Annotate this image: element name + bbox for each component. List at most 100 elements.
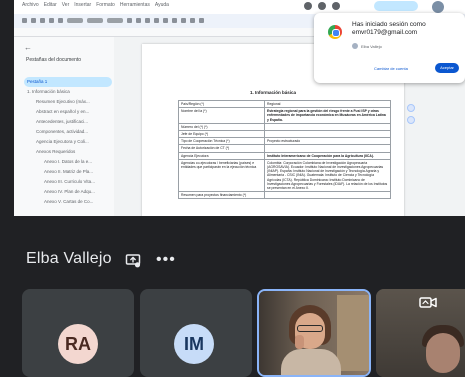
switch-account-link: Cambiar de cuenta xyxy=(374,66,408,71)
menu-item: Herramientas xyxy=(119,2,150,8)
print-icon xyxy=(49,18,54,23)
popup-title: Has iniciado sesión como emvr0179@gmail.… xyxy=(352,21,426,36)
table-row: Agencia Ejecutora Instituto Interamerica… xyxy=(178,151,391,160)
video-shelf xyxy=(337,295,369,371)
table-row: Número del (*) (*) xyxy=(178,122,391,132)
table-cell xyxy=(264,191,391,200)
user-avatar-icon xyxy=(352,43,358,49)
more-options-icon[interactable]: ••• xyxy=(156,252,176,268)
table-cell: Fecha de Autorización de CT (*) xyxy=(178,144,265,153)
menu-item: Ayuda xyxy=(154,2,169,8)
chrome-logo-icon xyxy=(328,25,342,39)
outline-item: Resumen Ejecutivo (máx... xyxy=(36,99,90,104)
table-cell: Jefe de Equipo (*) xyxy=(178,130,265,139)
shared-screen[interactable]: Archivo Editar Ver Insertar Formato Herr… xyxy=(14,0,465,216)
table-row: Jefe de Equipo (*) xyxy=(178,130,391,139)
menu-item: Insertar xyxy=(74,2,92,8)
table-cell: Agencias co-ejecutoras / beneficiarias (… xyxy=(178,158,265,193)
menu-item: Formato xyxy=(96,2,115,8)
presenter-bar: Elba Vallejo ••• xyxy=(0,216,465,286)
table-cell: Colombia: Corporación Colombiana de Inve… xyxy=(264,158,391,193)
highlight-icon xyxy=(181,18,186,23)
redo-icon xyxy=(40,18,45,23)
table-cell: Nombre del la (*) xyxy=(178,107,265,124)
table-cell: Instituto Interamericano de Cooperación … xyxy=(264,151,391,160)
present-to-all-icon xyxy=(125,254,141,268)
table-cell: Regional xyxy=(264,99,391,109)
zoom-select xyxy=(67,18,83,23)
font-size-decrease-icon xyxy=(127,18,132,23)
docs-header: Archivo Editar Ver Insertar Formato Herr… xyxy=(14,0,465,14)
table-row: Tipo de Cooperación Técnica (*) Proyecto… xyxy=(178,137,391,146)
search-icon xyxy=(22,18,27,23)
menu-item: Editar xyxy=(43,2,57,8)
docs-menu-bar: Archivo Editar Ver Insertar Formato Herr… xyxy=(22,2,169,8)
video-person-glasses xyxy=(297,325,323,332)
table-cell: País/Región (*) xyxy=(178,99,265,109)
outline-item: Agencia Ejecutora y Coli... xyxy=(36,139,89,144)
self-view-tile[interactable] xyxy=(376,289,465,377)
outline-item: Anexo IV. Plan de Adqu... xyxy=(44,189,95,194)
avatar: RA xyxy=(58,324,98,364)
account-avatar xyxy=(432,1,444,13)
link-icon xyxy=(190,18,195,23)
outline-item: Anexo II. Matriz de Pla... xyxy=(44,169,94,174)
outline-list: Pestaña 1 1. Información básica Resumen … xyxy=(24,77,112,207)
video-icon xyxy=(332,2,340,10)
outline-item: Pestaña 1 xyxy=(24,77,112,87)
outline-item: Abstract en español y en... xyxy=(36,109,90,114)
emoji-reaction-icon xyxy=(407,116,415,124)
menu-item: Archivo xyxy=(22,2,39,8)
self-view-face xyxy=(426,333,460,373)
docs-top-icons xyxy=(304,2,340,10)
spellcheck-icon xyxy=(58,18,63,23)
popup-user-name: Elba Vallejo xyxy=(361,43,382,49)
participant-tile-video[interactable] xyxy=(257,289,371,377)
back-arrow-icon: ← xyxy=(24,43,32,52)
participant-tile-ra[interactable]: RA xyxy=(22,289,134,377)
outline-item: 1. Información básica xyxy=(27,89,70,94)
font-select xyxy=(107,18,123,23)
outline-item: Antecedentes, justificaci... xyxy=(36,119,89,124)
italic-icon xyxy=(154,18,159,23)
font-size-increase-icon xyxy=(136,18,141,23)
info-table: País/Región (*) Regional Nombre del la (… xyxy=(178,99,391,200)
outline-item: Componentes, actividad... xyxy=(36,129,89,134)
underline-icon xyxy=(163,18,168,23)
comment-icon xyxy=(318,2,326,10)
style-select xyxy=(87,18,103,23)
table-cell: Estrategia regional para la gestión del … xyxy=(264,107,391,124)
outline-item: Anexo III. Curriculo Vita... xyxy=(44,179,95,184)
video-person-body xyxy=(281,349,341,375)
table-cell xyxy=(264,144,391,153)
table-cell xyxy=(264,122,391,132)
table-cell: Proyecto estructurado xyxy=(264,137,391,146)
menu-item: Ver xyxy=(61,2,70,8)
avatar: IM xyxy=(174,324,214,364)
text-color-icon xyxy=(172,18,177,23)
video-person-hand xyxy=(295,335,304,349)
participant-tile-im[interactable]: IM xyxy=(140,289,252,377)
popup-user: Elba Vallejo xyxy=(352,43,382,49)
table-cell: Resumen para proyectos financiamiento (*… xyxy=(178,191,265,200)
table-cell: Número del (*) (*) xyxy=(178,122,265,132)
outline-title: Pestañas del documento xyxy=(26,57,82,63)
table-cell: Agencia Ejecutora xyxy=(178,151,265,160)
document-outline: ← Pestañas del documento Pestaña 1 1. In… xyxy=(14,37,114,216)
table-row: Agencias co-ejecutoras / beneficiarias (… xyxy=(178,158,391,193)
table-row: Nombre del la (*) Estrategia regional pa… xyxy=(178,107,391,124)
table-cell: Tipo de Cooperación Técnica (*) xyxy=(178,137,265,146)
undo-icon xyxy=(31,18,36,23)
outline-item: Anexos Requeridos xyxy=(36,149,76,154)
add-comment-icon xyxy=(407,104,415,112)
account-popup: Has iniciado sesión como emvr0179@gmail.… xyxy=(314,13,465,83)
meet-window: Archivo Editar Ver Insertar Formato Herr… xyxy=(0,0,465,377)
presenter-name: Elba Vallejo xyxy=(26,250,112,267)
switch-camera-icon[interactable] xyxy=(419,295,437,311)
table-row: Fecha de Autorización de CT (*) xyxy=(178,144,391,153)
section-heading: 1. Información básica xyxy=(249,90,296,95)
outline-item: Anexo V. Cartas de Co... xyxy=(44,199,94,204)
outline-item: Anexo I. Datos de la e... xyxy=(44,159,93,164)
history-icon xyxy=(304,2,312,10)
image-icon xyxy=(199,18,204,23)
